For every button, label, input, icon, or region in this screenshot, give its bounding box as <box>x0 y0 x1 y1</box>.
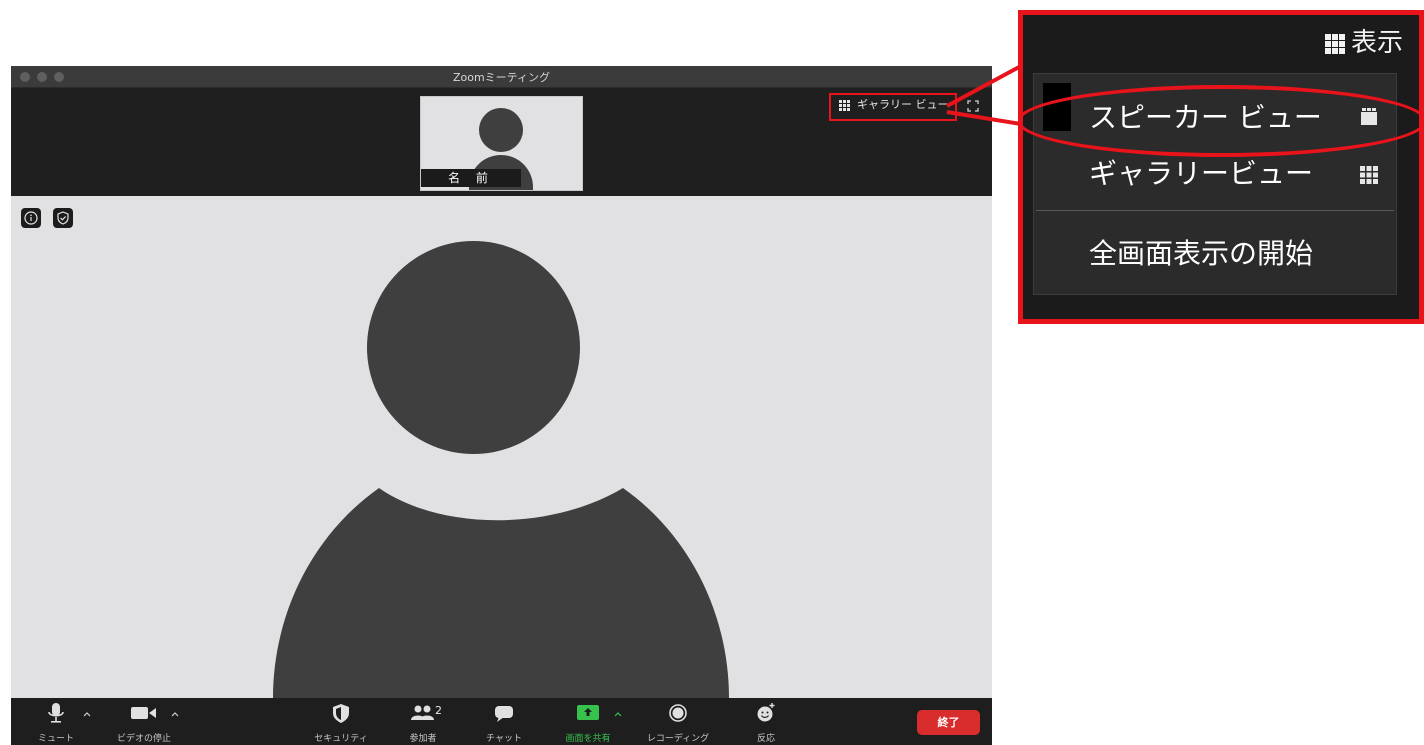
grid-icon <box>1360 166 1378 184</box>
shield-icon <box>333 704 349 723</box>
chevron-up-icon[interactable] <box>614 711 622 717</box>
chat-bubble-icon <box>495 706 513 722</box>
share-screen-button[interactable]: 画面を共有 <box>565 698 611 745</box>
video-camera-icon <box>131 707 156 719</box>
mute-label: ミュート <box>37 734 74 744</box>
participants-count: 2 <box>435 704 442 717</box>
end-meeting-button[interactable]: 終了 <box>917 710 980 735</box>
thumbnail-avatar-head <box>479 108 523 152</box>
stop-video-label: ビデオの停止 <box>116 734 171 744</box>
reactions-button[interactable]: 反応 <box>749 698 783 745</box>
chevron-up-icon[interactable] <box>83 711 91 717</box>
zoom-window: Zoomミーティング 名 前 ギャラリー ビュー ミュート ビデオの停止 セキュ… <box>11 66 992 745</box>
microphone-icon <box>48 703 64 723</box>
menu-item-gallery-view[interactable]: ギャラリービュー <box>1089 152 1313 192</box>
security-button[interactable]: セキュリティ <box>314 698 368 745</box>
mute-button[interactable]: ミュート <box>38 698 74 745</box>
meeting-toolbar: ミュート ビデオの停止 セキュリティ 参加者 2 チャット 画面を共有 レコーデ… <box>11 698 992 745</box>
speaker-view-highlight-ellipse <box>1023 85 1419 157</box>
share-screen-icon <box>577 705 599 720</box>
view-menu-button[interactable]: 表示 <box>1324 23 1403 63</box>
security-label: セキュリティ <box>314 734 368 744</box>
menu-item-enter-fullscreen[interactable]: 全画面表示の開始 <box>1089 232 1313 272</box>
chat-button[interactable]: チャット <box>486 698 522 745</box>
chat-label: チャット <box>486 734 522 744</box>
menu-separator <box>1036 210 1394 211</box>
record-label: レコーディング <box>646 734 710 744</box>
participant-thumbnail[interactable]: 名 前 <box>420 96 583 191</box>
title-bar: Zoomミーティング <box>11 66 992 88</box>
grid-icon <box>1324 33 1345 54</box>
window-title: Zoomミーティング <box>452 71 551 84</box>
reactions-label: 反応 <box>756 734 775 744</box>
share-screen-label: 画面を共有 <box>565 734 611 744</box>
view-menu-callout: 表示 スピーカー ビュー ギャラリービュー 全画面表示の開始 <box>1018 10 1424 324</box>
participants-label: 参加者 <box>409 734 437 744</box>
speaker-video <box>11 196 992 698</box>
record-icon <box>669 704 687 722</box>
record-button[interactable]: レコーディング <box>647 698 709 745</box>
chevron-up-icon[interactable] <box>171 711 179 717</box>
participant-name-label: 名 前 <box>421 169 521 187</box>
gallery-view-highlight-box <box>829 93 957 121</box>
smiley-plus-icon <box>757 703 775 722</box>
fullscreen-icon[interactable] <box>967 100 979 112</box>
stop-video-button[interactable]: ビデオの停止 <box>117 698 171 745</box>
view-menu-label: 表示 <box>1350 28 1403 58</box>
avatar-body <box>273 488 729 698</box>
